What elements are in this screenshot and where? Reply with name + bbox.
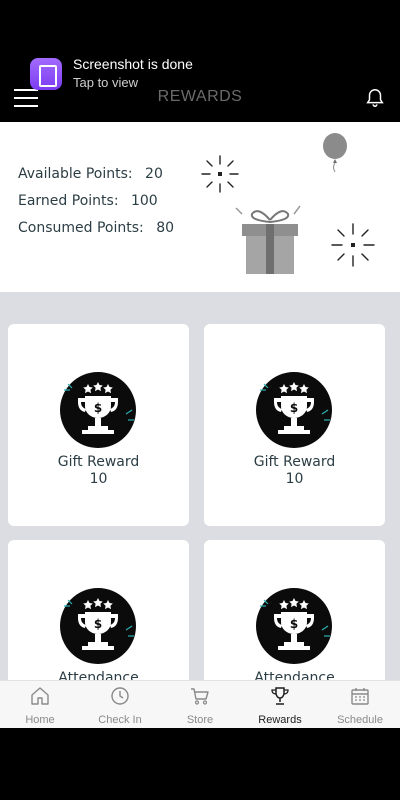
- earned-points-label: Earned Points:: [18, 193, 119, 209]
- svg-text:$: $: [94, 401, 102, 415]
- consumed-points-value: 80: [156, 220, 175, 236]
- bottom-nav: Home Check In Store Rewards Schedule: [0, 680, 400, 728]
- nav-home-label: Home: [25, 714, 55, 726]
- screenshot-app-icon: [30, 58, 62, 90]
- reward-name: Gift Reward: [253, 454, 336, 470]
- balloon-icon: [323, 133, 347, 172]
- trophy-badge-icon: $: [256, 372, 332, 448]
- svg-text:$: $: [290, 401, 298, 415]
- points-summary: Available Points: 20 Earned Points: 100 …: [0, 122, 400, 292]
- gift-box-icon: [235, 205, 301, 274]
- nav-store[interactable]: Store: [160, 681, 240, 729]
- trophy-icon: [271, 687, 289, 705]
- available-points-value: 20: [145, 166, 163, 182]
- consumed-points-label: Consumed Points:: [18, 220, 144, 236]
- cart-icon: [191, 688, 209, 705]
- nav-check-in-label: Check In: [98, 714, 142, 726]
- clock-icon: [111, 687, 129, 705]
- reward-points: 10: [285, 471, 304, 487]
- home-icon: [31, 687, 49, 705]
- earned-points-row: Earned Points: 100: [18, 193, 158, 209]
- reward-points: 10: [89, 471, 108, 487]
- top-bar: REWARDS Screenshot is done Tap to view: [0, 0, 400, 122]
- reward-name: Attendance: [254, 670, 335, 680]
- reward-card[interactable]: $ Gift Reward 10: [8, 324, 189, 526]
- nav-schedule-label: Schedule: [337, 714, 383, 726]
- trophy-badge-icon: $: [60, 588, 136, 664]
- consumed-points-row: Consumed Points: 80: [18, 220, 174, 236]
- reward-card[interactable]: $ Attendance: [204, 540, 385, 680]
- notification-title: Screenshot is done: [73, 56, 193, 72]
- firework-icon: [201, 155, 239, 193]
- system-bar: [0, 728, 400, 800]
- reward-name: Gift Reward: [57, 454, 140, 470]
- calendar-icon: [351, 688, 369, 705]
- nav-rewards[interactable]: Rewards: [240, 681, 320, 729]
- available-points-label: Available Points:: [18, 166, 133, 182]
- earned-points-value: 100: [130, 193, 158, 209]
- available-points-row: Available Points: 20: [18, 166, 163, 182]
- nav-check-in[interactable]: Check In: [80, 681, 160, 729]
- reward-name: Attendance: [58, 670, 139, 680]
- nav-store-label: Store: [186, 714, 214, 726]
- rewards-grid: $ Gift Reward 10 $ Gift Reward 10 $ Atte…: [0, 292, 400, 680]
- firework-icon: [331, 223, 375, 267]
- reward-card[interactable]: $ Gift Reward 10: [204, 324, 385, 526]
- svg-text:$: $: [94, 617, 102, 631]
- trophy-badge-icon: $: [256, 588, 332, 664]
- screenshot-notification[interactable]: Screenshot is done Tap to view: [30, 56, 290, 92]
- trophy-badge-icon: $: [60, 372, 136, 448]
- bell-icon[interactable]: [364, 86, 386, 110]
- svg-text:$: $: [290, 617, 298, 631]
- reward-card[interactable]: $ Attendance: [8, 540, 189, 680]
- nav-schedule[interactable]: Schedule: [320, 681, 400, 729]
- nav-rewards-label: Rewards: [258, 714, 302, 726]
- notification-subtitle: Tap to view: [73, 75, 139, 90]
- nav-home[interactable]: Home: [0, 681, 80, 729]
